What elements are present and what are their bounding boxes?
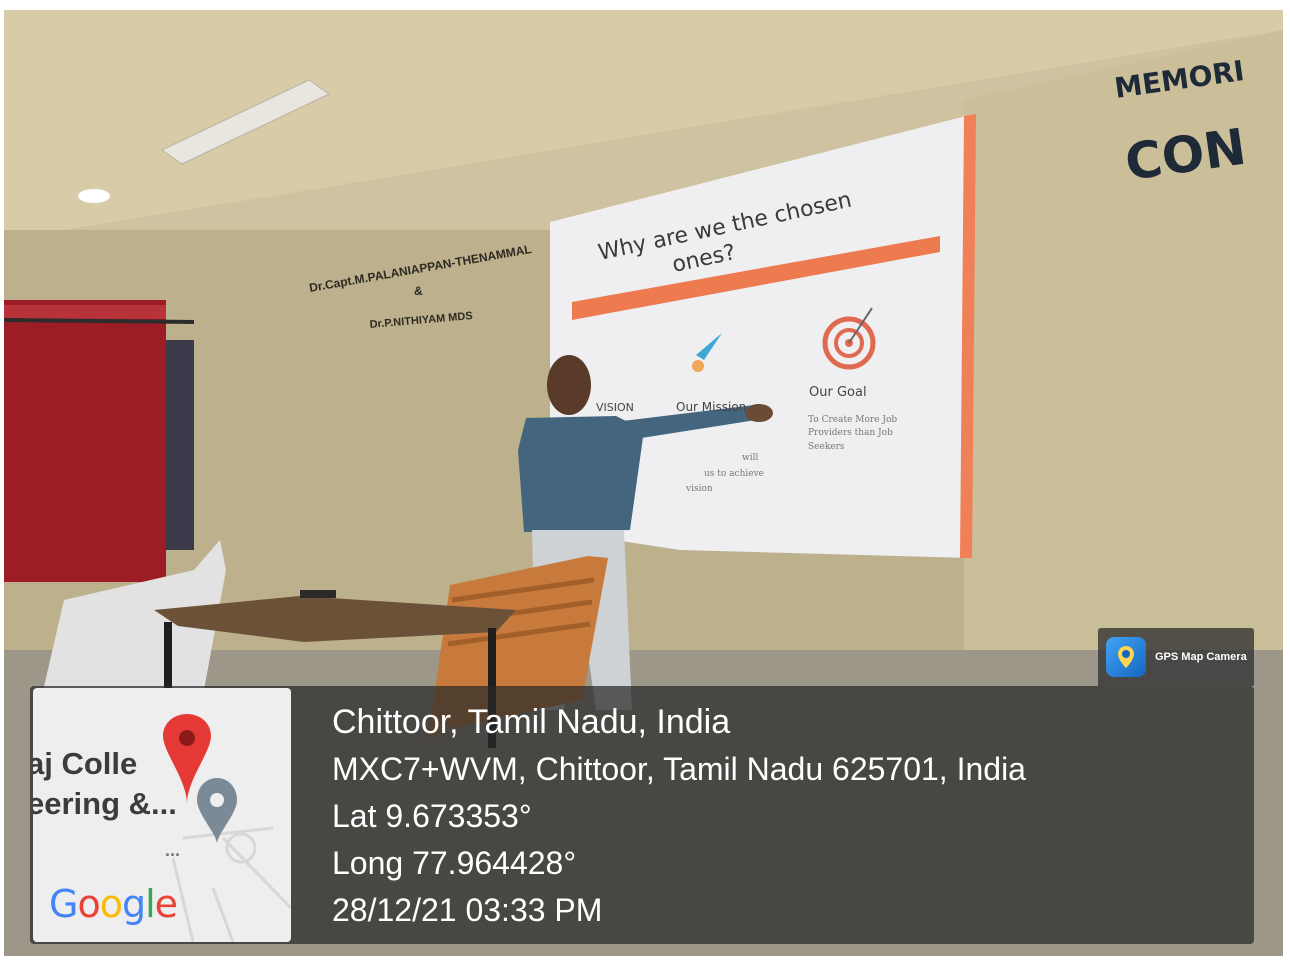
slide-goal-label: Our Goal — [809, 385, 867, 400]
longitude-text: Long 77.964428° — [332, 845, 577, 881]
gps-badge-label: GPS Map Camera — [1155, 651, 1247, 663]
slide-vision-label: VISION — [596, 401, 634, 414]
latitude-text: Lat 9.673353° — [332, 798, 532, 834]
window — [166, 340, 194, 550]
slide-mission-text-2: us to achieve — [704, 469, 764, 479]
location-details: Chittoor, Tamil Nadu, India MXC7+WVM, Ch… — [332, 698, 1026, 934]
slide-goal-text-2: Providers than Job — [808, 428, 893, 438]
red-curtain — [4, 300, 166, 582]
slide-mission-text-1: will — [742, 453, 758, 463]
ceiling-light — [78, 189, 110, 203]
slide-goal-text-3: Seekers — [808, 442, 845, 452]
datetime-text: 28/12/21 03:33 PM — [332, 892, 603, 928]
map-thumbnail: aj Colle eering &... ... Google — [33, 688, 291, 942]
map-pin-icon — [1106, 637, 1146, 677]
address-text: MXC7+WVM, Chittoor, Tamil Nadu 625701, I… — [332, 751, 1026, 787]
presenter-hand — [745, 404, 773, 422]
google-logo: Google — [49, 882, 178, 926]
location-title: Chittoor, Tamil Nadu, India — [332, 703, 731, 741]
gps-map-camera-badge: GPS Map Camera — [1098, 628, 1254, 686]
map-place-line1: aj Colle — [33, 746, 138, 781]
map-place-line2: eering &... — [33, 786, 177, 821]
map-dots: ... — [165, 840, 181, 860]
wall-plaque-line2: & — [414, 284, 423, 298]
presenter-head — [547, 355, 591, 415]
curtain-rod — [4, 318, 195, 324]
phone-on-table — [300, 590, 336, 598]
slide-goal-text-1: To Create More Job — [808, 415, 897, 425]
location-info-panel: aj Colle eering &... ... Google Chittoor… — [30, 686, 1254, 944]
slide-mission-label: Our Mission — [676, 400, 746, 414]
slide-mission-text-3: vision — [685, 484, 713, 494]
